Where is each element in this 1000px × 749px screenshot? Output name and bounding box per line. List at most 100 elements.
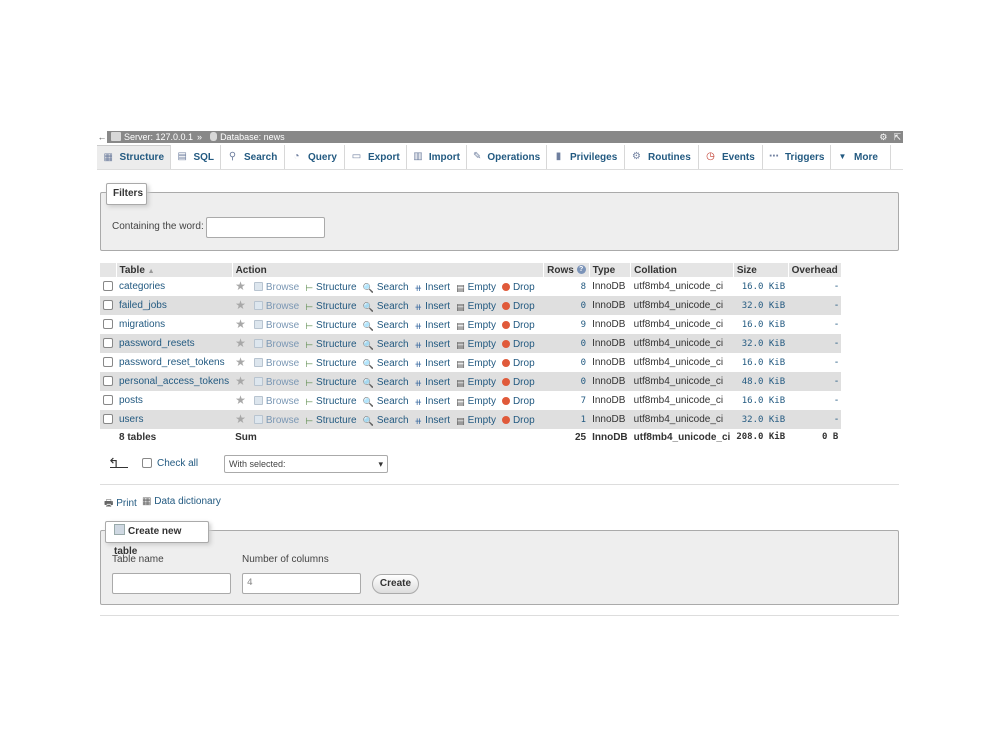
favorite-star-icon[interactable]: ★: [235, 374, 246, 388]
search-action[interactable]: 🔍 Search: [363, 358, 409, 369]
collapse-icon[interactable]: ⇱: [893, 132, 901, 142]
browse-action[interactable]: Browse: [253, 415, 299, 426]
tab-query[interactable]: ◔ Query: [285, 145, 345, 169]
check-all-checkbox[interactable]: [142, 458, 152, 469]
empty-action[interactable]: ▤ Empty: [456, 301, 496, 312]
drop-action[interactable]: Drop: [501, 358, 535, 369]
data-dictionary-link[interactable]: ▦ Data dictionary: [142, 496, 221, 507]
header-size[interactable]: Size: [733, 263, 789, 277]
empty-action[interactable]: ▤ Empty: [456, 377, 496, 388]
empty-action[interactable]: ▤ Empty: [456, 396, 496, 407]
tab-structure[interactable]: ▦ Structure: [97, 145, 171, 169]
drop-action[interactable]: Drop: [501, 415, 535, 426]
browse-action[interactable]: Browse: [253, 377, 299, 388]
containing-word-input[interactable]: [206, 217, 325, 238]
drop-action[interactable]: Drop: [501, 282, 535, 293]
settings-gear-icon[interactable]: ⚙: [879, 132, 887, 142]
insert-action[interactable]: ⧺ Insert: [415, 339, 451, 350]
header-overhead[interactable]: Overhead: [788, 263, 842, 277]
search-action[interactable]: 🔍 Search: [363, 377, 409, 388]
structure-action[interactable]: ⊢ Structure: [305, 396, 356, 407]
row-checkbox[interactable]: [103, 281, 113, 292]
size-link[interactable]: 16.0 KiB: [742, 396, 785, 406]
structure-action[interactable]: ⊢ Structure: [305, 339, 356, 350]
search-action[interactable]: 🔍 Search: [363, 282, 409, 293]
structure-action[interactable]: ⊢ Structure: [305, 358, 356, 369]
drop-action[interactable]: Drop: [501, 301, 535, 312]
create-table-button[interactable]: Create: [372, 574, 419, 594]
search-action[interactable]: 🔍 Search: [363, 415, 409, 426]
back-arrow-icon[interactable]: ←: [97, 131, 107, 143]
check-all-label[interactable]: Check all: [157, 458, 198, 469]
breadcrumb-database[interactable]: Database: news: [220, 132, 285, 142]
tab-operations[interactable]: ✎ Operations: [467, 145, 547, 169]
structure-action[interactable]: ⊢ Structure: [305, 415, 356, 426]
tab-privileges[interactable]: ▮ Privileges: [547, 145, 625, 169]
header-table[interactable]: Table ▲: [116, 263, 233, 277]
size-link[interactable]: 16.0 KiB: [742, 282, 785, 292]
row-checkbox[interactable]: [103, 319, 113, 330]
insert-action[interactable]: ⧺ Insert: [415, 358, 451, 369]
browse-action[interactable]: Browse: [253, 320, 299, 331]
row-checkbox[interactable]: [103, 300, 113, 311]
size-link[interactable]: 32.0 KiB: [742, 301, 785, 311]
insert-action[interactable]: ⧺ Insert: [415, 282, 451, 293]
row-checkbox[interactable]: [103, 376, 113, 387]
size-link[interactable]: 16.0 KiB: [742, 320, 785, 330]
table-name-link[interactable]: posts: [119, 395, 143, 406]
tab-search[interactable]: ⚲ Search: [221, 145, 285, 169]
row-checkbox[interactable]: [103, 357, 113, 368]
insert-action[interactable]: ⧺ Insert: [415, 377, 451, 388]
empty-action[interactable]: ▤ Empty: [456, 320, 496, 331]
search-action[interactable]: 🔍 Search: [363, 301, 409, 312]
size-link[interactable]: 48.0 KiB: [742, 377, 785, 387]
browse-action[interactable]: Browse: [253, 282, 299, 293]
tab-triggers[interactable]: ⋯ Triggers: [763, 145, 831, 169]
drop-action[interactable]: Drop: [501, 396, 535, 407]
table-name-link[interactable]: password_reset_tokens: [119, 357, 225, 368]
table-name-link[interactable]: categories: [119, 281, 165, 292]
favorite-star-icon[interactable]: ★: [235, 298, 246, 312]
favorite-star-icon[interactable]: ★: [235, 393, 246, 407]
tab-more[interactable]: ▼ More: [831, 145, 891, 169]
empty-action[interactable]: ▤ Empty: [456, 415, 496, 426]
table-name-link[interactable]: password_resets: [119, 338, 195, 349]
table-name-link[interactable]: personal_access_tokens: [119, 376, 229, 387]
row-checkbox[interactable]: [103, 338, 113, 349]
tab-import[interactable]: ▥ Import: [407, 145, 467, 169]
favorite-star-icon[interactable]: ★: [235, 317, 246, 331]
tab-export[interactable]: ▭ Export: [345, 145, 407, 169]
size-link[interactable]: 32.0 KiB: [742, 339, 785, 349]
size-link[interactable]: 32.0 KiB: [742, 415, 785, 425]
structure-action[interactable]: ⊢ Structure: [305, 377, 356, 388]
browse-action[interactable]: Browse: [253, 339, 299, 350]
with-selected-select[interactable]: With selected: ▾: [224, 455, 388, 473]
table-name-input[interactable]: [112, 573, 231, 594]
empty-action[interactable]: ▤ Empty: [456, 339, 496, 350]
drop-action[interactable]: Drop: [501, 339, 535, 350]
tab-events[interactable]: ◷ Events: [699, 145, 763, 169]
search-action[interactable]: 🔍 Search: [363, 396, 409, 407]
table-name-link[interactable]: failed_jobs: [119, 300, 167, 311]
browse-action[interactable]: Browse: [253, 301, 299, 312]
tab-sql[interactable]: ▤ SQL: [171, 145, 221, 169]
browse-action[interactable]: Browse: [253, 358, 299, 369]
print-link[interactable]: 🖶 Print: [104, 496, 137, 513]
insert-action[interactable]: ⧺ Insert: [415, 320, 451, 331]
structure-action[interactable]: ⊢ Structure: [305, 320, 356, 331]
tab-routines[interactable]: ⚙ Routines: [625, 145, 699, 169]
favorite-star-icon[interactable]: ★: [235, 355, 246, 369]
drop-action[interactable]: Drop: [501, 320, 535, 331]
check-all-control[interactable]: [142, 458, 152, 469]
favorite-star-icon[interactable]: ★: [235, 279, 246, 293]
number-of-columns-input[interactable]: 4: [242, 573, 361, 594]
header-rows[interactable]: Rows ?: [543, 263, 590, 277]
structure-action[interactable]: ⊢ Structure: [305, 282, 356, 293]
table-name-link[interactable]: users: [119, 414, 143, 425]
header-collation[interactable]: Collation: [630, 263, 734, 277]
empty-action[interactable]: ▤ Empty: [456, 282, 496, 293]
drop-action[interactable]: Drop: [501, 377, 535, 388]
browse-action[interactable]: Browse: [253, 396, 299, 407]
breadcrumb-server[interactable]: Server: 127.0.0.1: [124, 132, 193, 142]
header-type[interactable]: Type: [589, 263, 632, 277]
